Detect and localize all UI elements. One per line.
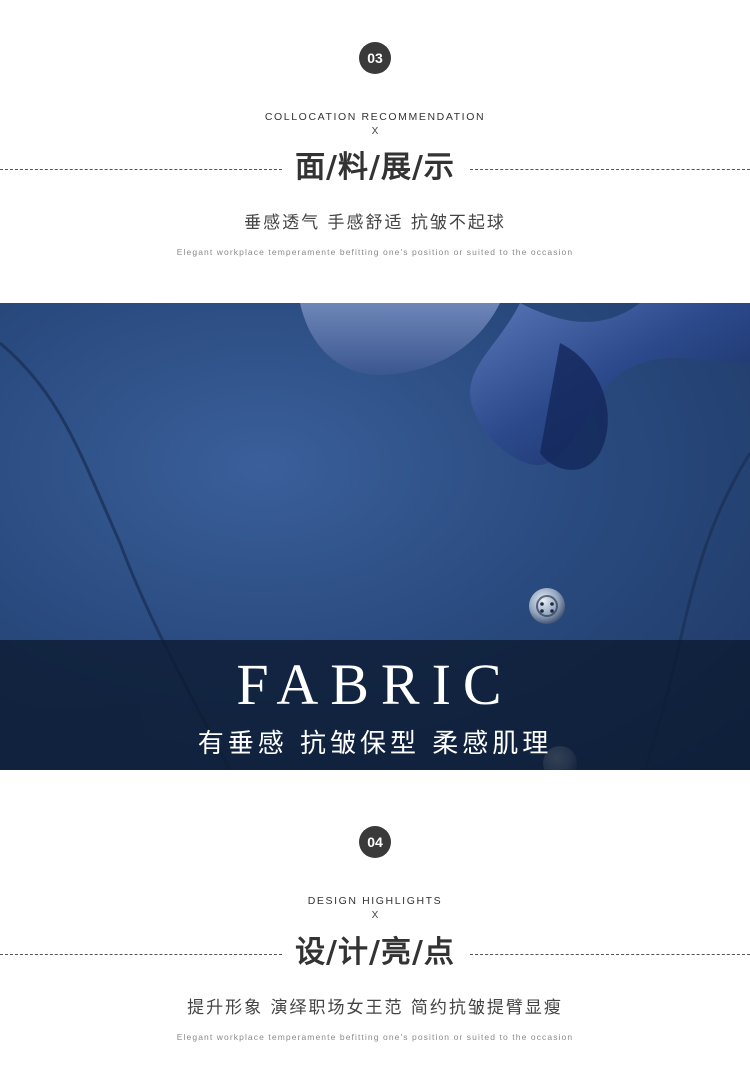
section-number-badge: 04 bbox=[359, 826, 391, 858]
banner-subtitle: 有垂感 抗皱保型 柔感肌理 bbox=[197, 729, 553, 759]
x-mark: X bbox=[371, 910, 379, 921]
section-title: 设/计/亮/点 bbox=[295, 935, 455, 970]
section-number-badge: 03 bbox=[359, 42, 391, 74]
english-heading: DESIGN HIGHLIGHTS bbox=[307, 895, 443, 907]
collar bbox=[300, 303, 500, 375]
english-heading: COLLOCATION RECOMMENDATION bbox=[264, 111, 486, 123]
x-mark: X bbox=[371, 126, 379, 137]
design-section-header: 04 DESIGN HIGHLIGHTS X 设/计/亮/点 提升形象 演绎职场… bbox=[0, 770, 750, 1081]
fabric-section-header: 03 COLLOCATION RECOMMENDATION X 面/料/展/示 … bbox=[0, 0, 750, 303]
section-subtitle: 提升形象 演绎职场女王范 简约抗皱提臂显瘦 bbox=[187, 998, 563, 1018]
fabric-photo: FABRIC 有垂感 抗皱保型 柔感肌理 bbox=[0, 303, 750, 770]
section-title: 面/料/展/示 bbox=[295, 150, 455, 185]
section-tagline: Elegant workplace temperamente befitting… bbox=[176, 1032, 574, 1042]
button-icon bbox=[529, 588, 565, 624]
section-tagline: Elegant workplace temperamente befitting… bbox=[176, 247, 574, 257]
section-subtitle: 垂感透气 手感舒适 抗皱不起球 bbox=[244, 213, 506, 233]
bow bbox=[470, 303, 750, 466]
banner-word: FABRIC bbox=[236, 652, 514, 717]
